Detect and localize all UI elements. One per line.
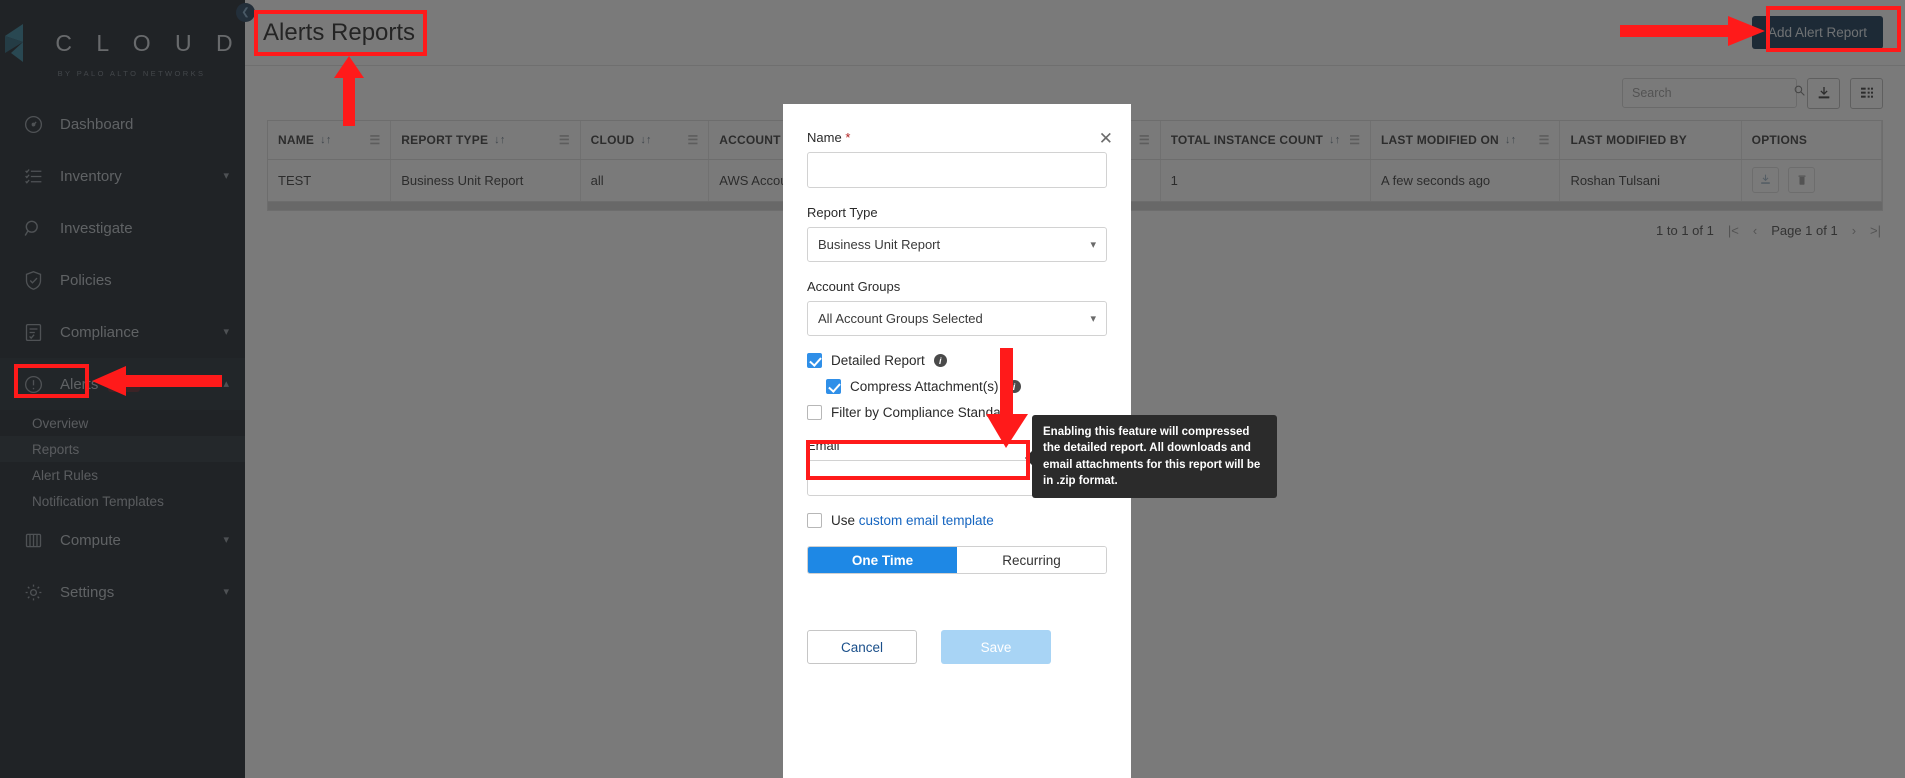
compress-attachments-tooltip: Enabling this feature will compressed th… xyxy=(1025,415,1277,499)
app-root: C L O U D BY PALO ALTO NETWORKS Dashboar… xyxy=(0,0,1905,778)
detailed-report-label: Detailed Report xyxy=(831,353,925,368)
name-input[interactable] xyxy=(807,152,1107,188)
compress-attachments-checkbox[interactable] xyxy=(826,379,841,394)
tab-recurring[interactable]: Recurring xyxy=(957,547,1106,573)
tab-one-time[interactable]: One Time xyxy=(808,547,957,573)
modal-action-buttons: Cancel Save xyxy=(807,630,1107,664)
chevron-down-icon: ▾ xyxy=(1090,313,1096,325)
account-groups-select[interactable]: All Account Groups Selected ▾ xyxy=(807,301,1107,336)
chevron-down-icon: ▾ xyxy=(1090,239,1096,251)
annotation-arrow-to-add-button xyxy=(1620,16,1765,46)
detailed-report-info-icon[interactable]: i xyxy=(933,354,947,367)
compress-attachments-row[interactable]: Compress Attachment(s) i xyxy=(807,379,1107,394)
report-type-label: Report Type xyxy=(807,205,878,220)
account-groups-label: Account Groups xyxy=(807,279,901,294)
save-button[interactable]: Save xyxy=(941,630,1051,664)
use-custom-email-template-row[interactable]: Use custom email template xyxy=(807,513,1107,528)
use-custom-email-template-label: Use custom email template xyxy=(831,513,994,528)
annotation-arrow-to-reports xyxy=(92,366,222,396)
name-label: Name * xyxy=(807,130,1107,145)
required-marker: * xyxy=(845,130,851,145)
schedule-tabs: One Time Recurring xyxy=(807,546,1107,574)
cancel-button[interactable]: Cancel xyxy=(807,630,917,664)
detailed-report-checkbox[interactable] xyxy=(807,353,822,368)
annotation-arrow-to-compress xyxy=(986,348,1028,448)
annotation-arrow-to-title xyxy=(334,56,364,126)
report-type-select[interactable]: Business Unit Report ▾ xyxy=(807,227,1107,262)
custom-email-template-link[interactable]: custom email template xyxy=(859,513,994,528)
account-groups-value: All Account Groups Selected xyxy=(818,311,983,326)
use-custom-email-template-checkbox[interactable] xyxy=(807,513,822,528)
compress-attachments-label: Compress Attachment(s) xyxy=(850,379,999,394)
filter-compliance-checkbox[interactable] xyxy=(807,405,822,420)
use-prefix-text: Use xyxy=(831,513,859,528)
report-type-field-group: Report Type Business Unit Report ▾ xyxy=(807,205,1107,262)
account-groups-field-group: Account Groups All Account Groups Select… xyxy=(807,279,1107,336)
name-field-group: Name * xyxy=(807,130,1107,188)
detailed-report-row[interactable]: Detailed Report i xyxy=(807,353,1107,368)
close-icon[interactable]: ✕ xyxy=(1099,130,1113,147)
report-type-value: Business Unit Report xyxy=(818,237,941,252)
name-label-text: Name xyxy=(807,130,842,145)
